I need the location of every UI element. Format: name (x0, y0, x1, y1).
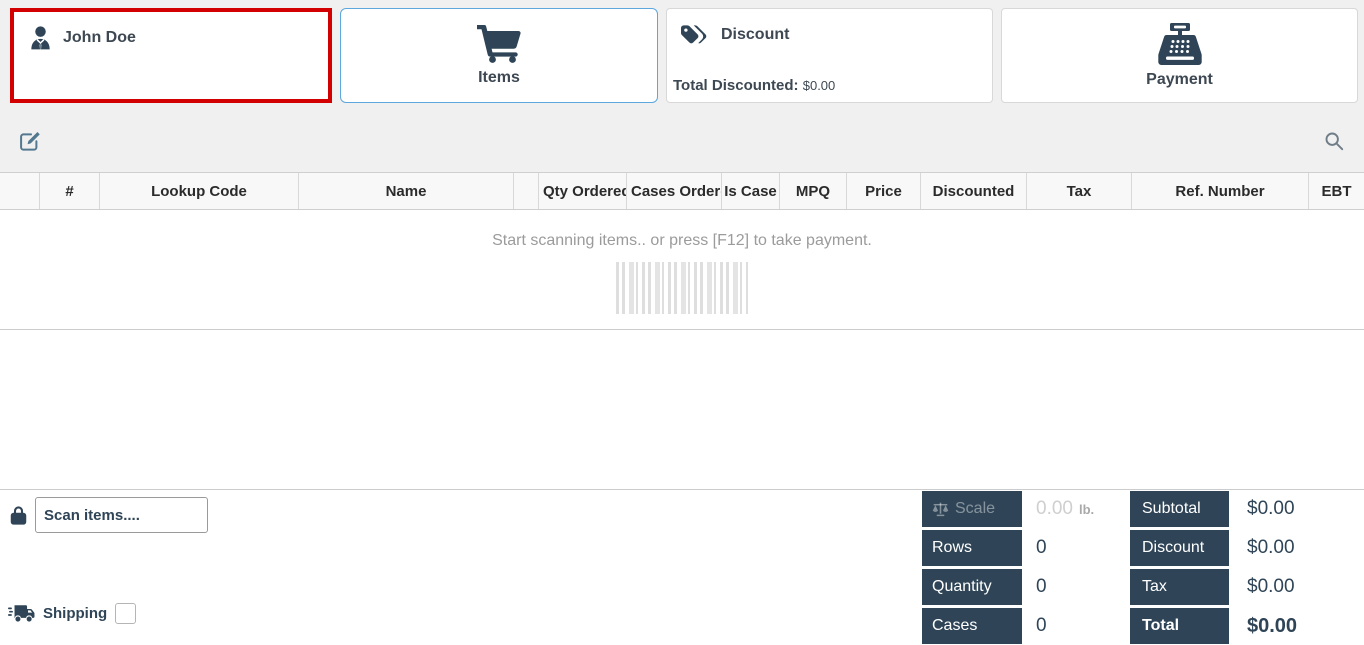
step-panels: John Doe Items Discount (0, 0, 1364, 103)
barcode-graphic (616, 262, 748, 314)
shipping-checkbox[interactable] (115, 603, 136, 624)
top-strip: John Doe Items Discount (0, 0, 1364, 172)
bottom-bar: Shipping Scale 0.00 lb. Subtotal $0.00 R… (0, 490, 1364, 643)
items-table-header: # Lookup Code Name Qty Ordered Cases Ord… (0, 172, 1364, 210)
tags-icon (681, 23, 709, 46)
cases-label: Cases (922, 608, 1022, 644)
col-ref-number: Ref. Number (1132, 173, 1309, 209)
quantity-value: 0 (1026, 569, 1126, 605)
tax-label: Tax (1130, 569, 1229, 605)
col-name: Name (299, 173, 514, 209)
col-lookup-code: Lookup Code (100, 173, 299, 209)
scale-unit: lb. (1079, 502, 1094, 517)
customer-name: John Doe (63, 29, 136, 47)
col-mpq: MPQ (780, 173, 847, 209)
quantity-label: Quantity (922, 569, 1022, 605)
rows-label: Rows (922, 530, 1022, 566)
payment-panel-label: Payment (1146, 71, 1213, 89)
items-panel-label: Items (478, 69, 520, 87)
discount-panel-label: Discount (721, 26, 789, 44)
col-ebt: EBT (1309, 173, 1364, 209)
items-table-body: Start scanning items.. or press [F12] to… (0, 210, 1364, 330)
total-discounted-value: $0.00 (803, 78, 836, 93)
rows-value: 0 (1026, 530, 1126, 566)
scale-value-cell: 0.00 lb. (1026, 491, 1126, 527)
edit-icon[interactable] (19, 131, 41, 153)
scan-items-input[interactable] (35, 497, 208, 533)
col-tax: Tax (1027, 173, 1132, 209)
total-label: Total (1130, 608, 1229, 644)
scale-cell: Scale (922, 491, 1022, 527)
subtotal-label: Subtotal (1130, 491, 1229, 527)
toolbar-row (0, 120, 1364, 170)
payment-panel[interactable]: Payment (1001, 8, 1358, 103)
discount-panel[interactable]: Discount Total Discounted: $0.00 (666, 8, 993, 103)
scan-row (10, 497, 208, 533)
items-panel[interactable]: Items (340, 8, 658, 103)
empty-state-message: Start scanning items.. or press [F12] to… (0, 210, 1364, 250)
scale-label: Scale (955, 500, 995, 518)
total-value: $0.00 (1233, 608, 1364, 644)
col-discounted: Discounted (921, 173, 1027, 209)
search-icon[interactable] (1324, 131, 1344, 151)
bag-icon (10, 505, 27, 526)
discount-label: Discount (1130, 530, 1229, 566)
col-cases-ordered: Cases Ordered (627, 173, 722, 209)
cases-value: 0 (1026, 608, 1126, 644)
shipping-label: Shipping (43, 605, 107, 622)
cart-icon (476, 25, 522, 63)
scale-value: 0.00 (1036, 498, 1073, 520)
total-discounted: Total Discounted: $0.00 (673, 77, 835, 94)
col-price: Price (847, 173, 921, 209)
col-is-case: Is Case (722, 173, 780, 209)
summary-table: Scale 0.00 lb. Subtotal $0.00 Rows 0 Dis… (922, 491, 1364, 644)
truck-icon (8, 604, 35, 624)
total-discounted-label: Total Discounted: (673, 77, 799, 94)
col-number: # (40, 173, 100, 209)
tax-value: $0.00 (1233, 569, 1364, 605)
user-icon (30, 26, 51, 50)
shipping-row: Shipping (8, 603, 136, 624)
content-spacer (0, 330, 1364, 490)
scale-icon (932, 502, 949, 517)
customer-panel[interactable]: John Doe (10, 8, 332, 103)
col-qty-ordered: Qty Ordered (539, 173, 627, 209)
subtotal-value: $0.00 (1233, 491, 1364, 527)
col-spacer (514, 173, 539, 209)
cash-register-icon (1156, 23, 1204, 65)
discount-value: $0.00 (1233, 530, 1364, 566)
col-select (0, 173, 40, 209)
